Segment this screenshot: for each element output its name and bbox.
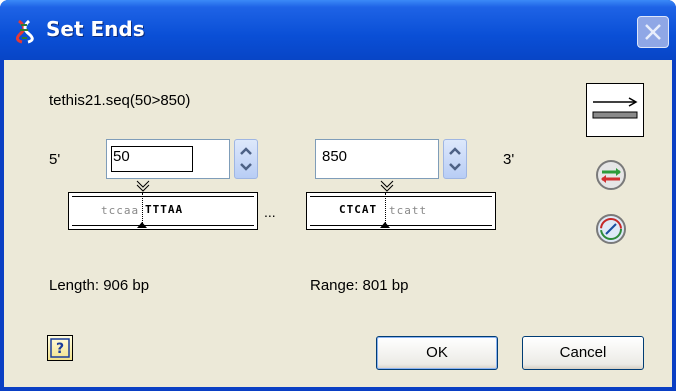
title-bar[interactable]: Set Ends — [0, 0, 676, 60]
sequence-direction-button[interactable] — [586, 83, 644, 137]
help-icon: ? — [50, 338, 70, 358]
app-dna-icon — [15, 19, 34, 44]
dialog-body: tethis21.seq(50>850) 5' 3' 50 850 tccaa … — [4, 60, 672, 387]
circular-button[interactable] — [594, 212, 628, 251]
five-prime-label: 5' — [49, 151, 61, 168]
close-icon — [645, 24, 661, 40]
cut-arrow-icon — [380, 222, 390, 228]
dialog-window: Set Ends tethis21.seq(50>850) 5' 3' 50 8… — [0, 0, 676, 391]
start-value: 50 — [113, 148, 130, 165]
marker-icon — [380, 180, 394, 192]
window-title: Set Ends — [46, 17, 145, 41]
sequence-direction-icon — [592, 97, 638, 119]
swap-strand-button[interactable] — [594, 158, 628, 197]
start-lower-seq: tccaa — [101, 204, 140, 217]
close-button[interactable] — [637, 16, 669, 48]
end-spin-arrows[interactable] — [443, 139, 467, 179]
spin-up-icon[interactable] — [449, 147, 461, 155]
three-prime-label: 3' — [503, 151, 515, 168]
end-lower-seq: tcatt — [389, 204, 428, 217]
start-input[interactable]: 50 — [106, 139, 230, 179]
cancel-button[interactable]: Cancel — [522, 336, 644, 370]
sequence-name: tethis21.seq(50>850) — [49, 92, 191, 109]
cut-arrow-icon — [137, 222, 147, 228]
spin-up-icon[interactable] — [240, 147, 252, 155]
swap-strand-icon — [596, 160, 626, 190]
end-spinner[interactable]: 850 — [315, 139, 467, 179]
spin-down-icon[interactable] — [240, 163, 252, 171]
circular-icon — [596, 214, 626, 244]
help-button[interactable]: ? — [47, 335, 73, 361]
end-context: CTCAT tcatt — [306, 192, 496, 230]
help-glyph: ? — [56, 341, 64, 357]
end-value: 850 — [322, 148, 348, 165]
start-spinner[interactable]: 50 — [106, 139, 258, 179]
marker-icon — [136, 180, 150, 192]
end-input[interactable]: 850 — [315, 139, 439, 179]
ok-button[interactable]: OK — [376, 336, 498, 370]
range-label: Range: 801 bp — [310, 277, 409, 294]
spin-down-icon[interactable] — [449, 163, 461, 171]
length-label: Length: 906 bp — [49, 277, 150, 294]
end-upper-seq: CTCAT — [339, 203, 378, 216]
start-context: tccaa TTTAA — [68, 192, 258, 230]
start-upper-seq: TTTAA — [145, 203, 184, 216]
start-spin-arrows[interactable] — [234, 139, 258, 179]
ellipsis: ... — [264, 204, 276, 220]
